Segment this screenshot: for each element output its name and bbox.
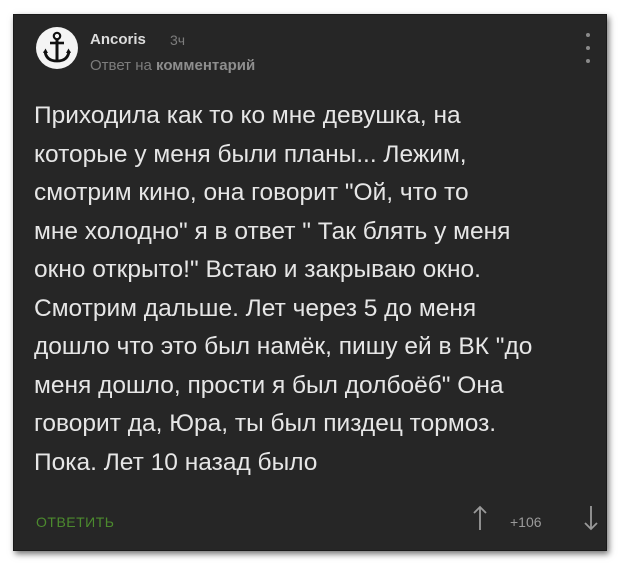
comment-card: Ancoris 3ч Ответ на комментарий Приходил…	[13, 14, 607, 551]
reply-prefix: Ответ на	[90, 57, 152, 74]
anchor-icon	[43, 31, 71, 63]
comment-text: Приходила как то ко мне девушка, на кото…	[34, 102, 533, 476]
arrow-up-icon[interactable]	[472, 505, 488, 531]
comment-score: +106	[510, 514, 542, 530]
reply-context: Ответ на комментарий	[90, 57, 255, 74]
reply-target-link[interactable]: комментарий	[156, 57, 255, 74]
more-vertical-icon[interactable]	[585, 33, 591, 63]
arrow-down-icon[interactable]	[583, 505, 599, 531]
comment-author[interactable]: Ancoris	[90, 31, 146, 48]
comment-time: 3ч	[170, 32, 186, 48]
reply-button[interactable]: ОТВЕТИТЬ	[36, 514, 114, 530]
avatar[interactable]	[36, 27, 78, 69]
